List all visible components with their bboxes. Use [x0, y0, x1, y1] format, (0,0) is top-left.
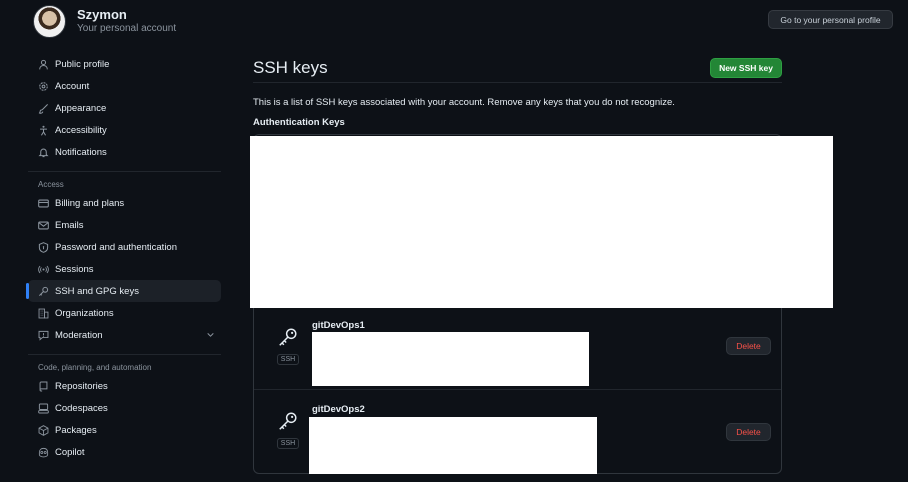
sidebar-item-label: Packages: [55, 424, 97, 436]
sidebar-item-label: Billing and plans: [55, 197, 125, 209]
bell-icon: [38, 147, 49, 158]
key-icon: [277, 410, 299, 435]
sidebar-item-label: Emails: [55, 219, 84, 231]
sidebar-item-accessibility[interactable]: Accessibility: [28, 119, 221, 141]
repo-icon: [38, 381, 49, 392]
ssh-keys-panel: SSH keys New SSH key This is a list of S…: [253, 53, 782, 128]
sidebar-item-notifications[interactable]: Notifications: [28, 141, 221, 163]
sidebar-item-label: Copilot: [55, 446, 85, 458]
sidebar-item-codespaces[interactable]: Codespaces: [28, 397, 221, 419]
sidebar-item-packages[interactable]: Packages: [28, 419, 221, 441]
page-description: This is a list of SSH keys associated wi…: [253, 97, 675, 108]
sidebar-item-label: Appearance: [55, 102, 107, 114]
sidebar-item-emails[interactable]: Emails: [28, 214, 221, 236]
sidebar-item-sessions[interactable]: Sessions: [28, 258, 221, 280]
avatar[interactable]: [33, 4, 66, 38]
user-name: Szymon: [77, 6, 127, 22]
new-ssh-key-button[interactable]: New SSH key: [710, 57, 782, 78]
key-type-indicator: SSH: [276, 410, 300, 449]
sidebar-item-moderation[interactable]: Moderation: [28, 324, 221, 346]
delete-key-button[interactable]: Delete: [726, 337, 771, 355]
sidebar-item-ssh-gpg-keys[interactable]: SSH and GPG keys: [26, 280, 221, 302]
go-to-profile-button[interactable]: Go to your personal profile: [768, 10, 893, 29]
sidebar-item-password[interactable]: Password and authentication: [28, 236, 221, 258]
broadcast-icon: [38, 264, 49, 275]
package-icon: [38, 424, 49, 436]
sidebar-item-label: Repositories: [55, 380, 108, 392]
key-icon: [277, 326, 299, 351]
sidebar-item-label: Organizations: [55, 307, 114, 319]
redacted-area: [312, 332, 589, 386]
sidebar-item-label: Accessibility: [55, 124, 107, 136]
credit-card-icon: [38, 198, 49, 209]
gear-icon: [38, 81, 49, 92]
sidebar-item-billing[interactable]: Billing and plans: [28, 192, 221, 214]
sidebar-item-label: Public profile: [55, 58, 110, 70]
sidebar-item-appearance[interactable]: Appearance: [28, 97, 221, 119]
redacted-area: [309, 417, 597, 474]
redacted-area: [250, 136, 833, 308]
report-icon: [38, 330, 49, 341]
section-label-access: Access: [38, 179, 64, 189]
paintbrush-icon: [38, 103, 49, 114]
sidebar-item-label: Sessions: [55, 263, 94, 275]
sidebar-item-organizations[interactable]: Organizations: [28, 302, 221, 324]
sidebar-item-label: SSH and GPG keys: [55, 285, 139, 297]
settings-sidebar: Public profile Account Appearance Access…: [26, 53, 221, 463]
key-row: SSH gitDevOps1 Delete: [254, 306, 781, 390]
page-header: SSH keys New SSH key: [253, 53, 782, 83]
person-icon: [38, 59, 49, 70]
sidebar-item-copilot[interactable]: Copilot: [28, 441, 221, 463]
sidebar-item-label: Codespaces: [55, 402, 108, 414]
mail-icon: [38, 220, 49, 231]
key-title: gitDevOps2: [312, 404, 365, 415]
chevron-down-icon[interactable]: [206, 330, 215, 341]
page-title: SSH keys: [253, 57, 328, 77]
key-row: SSH gitDevOps2 Delete: [254, 390, 781, 474]
copilot-icon: [38, 447, 49, 458]
ssh-badge: SSH: [276, 438, 300, 449]
account-header: Szymon Your personal account: [33, 4, 176, 38]
sidebar-item-label: Notifications: [55, 146, 107, 158]
sidebar-item-label: Account: [55, 80, 90, 92]
delete-key-button[interactable]: Delete: [726, 423, 771, 441]
sidebar-item-account[interactable]: Account: [28, 75, 221, 97]
codespaces-icon: [38, 403, 49, 414]
sidebar-divider: [28, 354, 221, 355]
account-subtitle: Your personal account: [77, 22, 177, 34]
sidebar-item-repositories[interactable]: Repositories: [28, 375, 221, 397]
sidebar-item-label: Moderation: [55, 329, 103, 341]
key-icon: [38, 286, 49, 297]
accessibility-icon: [38, 125, 49, 136]
shield-icon: [38, 241, 49, 253]
key-type-indicator: SSH: [276, 326, 300, 365]
sidebar-divider: [28, 171, 221, 172]
key-title: gitDevOps1: [312, 320, 365, 331]
organization-icon: [38, 308, 49, 319]
sidebar-item-public-profile[interactable]: Public profile: [28, 53, 221, 75]
sidebar-item-label: Password and authentication: [55, 241, 177, 253]
authentication-keys-heading: Authentication Keys: [253, 117, 345, 128]
section-label-code: Code, planning, and automation: [38, 362, 152, 372]
ssh-badge: SSH: [276, 354, 300, 365]
